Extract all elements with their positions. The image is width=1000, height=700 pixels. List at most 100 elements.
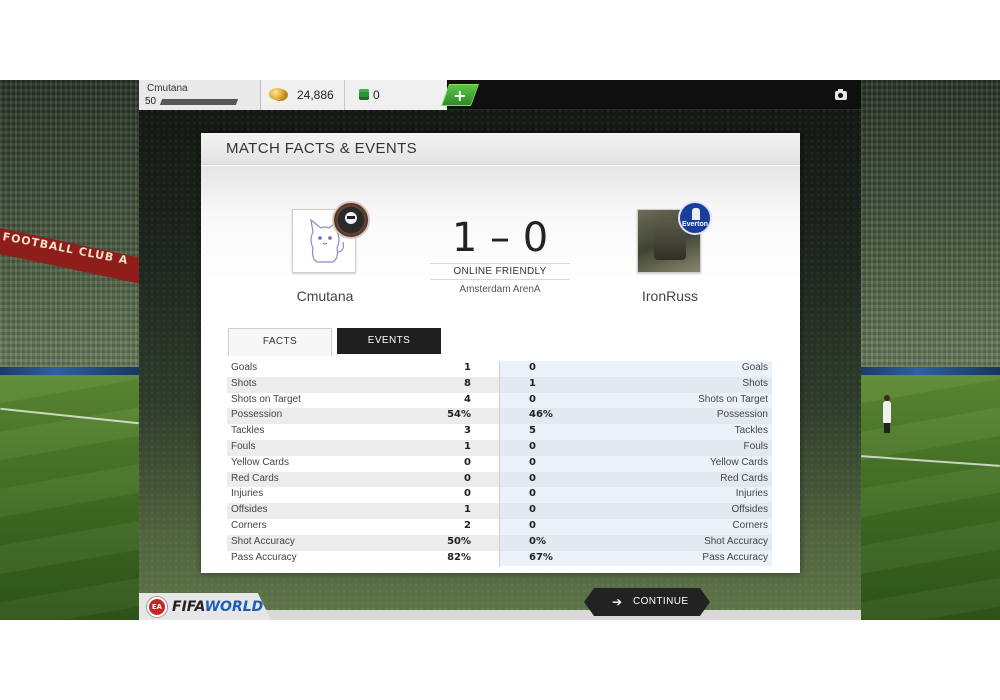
stat-value-home: 1 (464, 440, 471, 452)
stat-label-away: Tackles (734, 425, 768, 437)
stadium-stands (0, 80, 139, 380)
away-club-badge-icon: Everton (678, 201, 712, 235)
camera-icon[interactable] (835, 89, 847, 100)
stat-label-away: Fouls (743, 440, 768, 452)
stat-label-home: Fouls (231, 440, 256, 452)
stat-value-home: 0 (464, 456, 471, 468)
stat-value-home: 1 (464, 362, 471, 373)
stat-value-home: 54% (447, 409, 471, 421)
stat-value-home: 50% (447, 535, 471, 547)
logo-world: WORLD (204, 599, 264, 615)
pitch (861, 375, 1000, 620)
points-balance: 0 (345, 80, 447, 110)
logo-fifa: FIFA (172, 599, 205, 615)
xp-progress-bar (159, 99, 239, 105)
plus-icon: + (453, 86, 467, 105)
home-team-name: Cmutana (296, 288, 354, 304)
stat-label-away: Offsides (731, 504, 769, 516)
match-facts-panel: MATCH FACTS & EVENTS Cmutana Everton Iro… (201, 133, 800, 573)
pitch (0, 375, 139, 620)
stat-label-away: Red Cards (720, 472, 768, 484)
stat-value-away: 0 (529, 472, 536, 484)
stat-value-away: 5 (529, 425, 536, 437)
skull-icon (345, 212, 357, 224)
match-venue: Amsterdam ArenA (459, 284, 541, 295)
stat-label-away: Goals (741, 362, 768, 373)
stat-label-away: Corners (732, 519, 768, 531)
stat-label-away: Shots (742, 377, 768, 389)
stat-label-home: Offsides (231, 504, 268, 516)
stat-value-home: 8 (464, 377, 471, 389)
pitch-line (0, 407, 139, 425)
stat-label-home: Shots on Target (231, 393, 301, 405)
stat-value-away: 0 (529, 362, 536, 373)
pitch-line (861, 455, 1000, 467)
stat-value-away: 0 (529, 504, 536, 516)
stat-value-away: 0% (529, 535, 546, 547)
stat-value-home: 3 (464, 425, 471, 437)
stadium-background-left: FOOTBALL CLUB A (0, 80, 139, 620)
stat-value-home: 0 (464, 472, 471, 484)
tower-icon (692, 208, 700, 220)
stat-value-home: 0 (464, 488, 471, 500)
stats-divider (499, 361, 500, 567)
arrow-right-icon: ➔ (612, 595, 623, 609)
coins-icon (269, 88, 285, 100)
stat-value-away: 1 (529, 377, 536, 389)
stat-value-away: 0 (529, 456, 536, 468)
coins-value: 24,886 (297, 88, 334, 102)
app-window: Cmutana 50 24,886 0 + MATCH FACTS & EVEN… (139, 80, 861, 620)
top-bar: Cmutana 50 24,886 0 + (139, 80, 861, 110)
panel-header: MATCH FACTS & EVENTS (201, 133, 800, 165)
stat-value-away: 0 (529, 440, 536, 452)
away-team-name: IronRuss (641, 288, 699, 304)
stat-label-home: Red Cards (231, 472, 279, 484)
stat-value-away: 0 (529, 393, 536, 405)
stadium-stands (861, 80, 1000, 380)
stat-label-home: Shots (231, 377, 257, 389)
stat-label-away: Pass Accuracy (702, 551, 768, 563)
stat-label-away: Shot Accuracy (704, 535, 768, 547)
stat-value-away: 46% (529, 409, 553, 421)
stat-value-away: 67% (529, 551, 553, 563)
ea-sports-icon: EA (147, 597, 167, 617)
stat-label-home: Injuries (231, 488, 264, 500)
user-name: Cmutana (147, 83, 188, 94)
stat-label-home: Yellow Cards (231, 456, 289, 468)
user-profile[interactable]: Cmutana 50 (139, 80, 261, 110)
stat-label-away: Shots on Target (698, 393, 768, 405)
player-figure (883, 395, 891, 433)
away-club-badge-text: Everton (681, 221, 709, 228)
stat-label-home: Shot Accuracy (231, 535, 295, 547)
continue-button[interactable]: ➔ CONTINUE (584, 588, 710, 616)
stat-label-away: Injuries (735, 488, 768, 500)
points-icon (359, 89, 369, 100)
stat-value-home: 82% (447, 551, 471, 563)
add-points-button[interactable]: + (440, 84, 480, 106)
points-value: 0 (373, 88, 380, 102)
match-score: 1 – 0 (451, 215, 549, 261)
stat-value-home: 2 (464, 519, 471, 531)
stat-value-home: 1 (464, 504, 471, 516)
home-club-badge-icon (332, 201, 370, 239)
coins-balance: 24,886 (261, 80, 345, 110)
match-type: ONLINE FRIENDLY (430, 263, 570, 280)
tab-events[interactable]: EVENTS (337, 328, 441, 354)
fifa-world-logo: EA FIFAWORLD (139, 593, 271, 620)
stat-value-away: 0 (529, 488, 536, 500)
tab-facts[interactable]: FACTS (228, 328, 332, 356)
user-level: 50 (145, 96, 157, 107)
panel-title: MATCH FACTS & EVENTS (226, 140, 418, 157)
stat-value-away: 0 (529, 519, 536, 531)
stat-label-home: Corners (231, 519, 267, 531)
continue-label: CONTINUE (633, 596, 689, 607)
stadium-background-right (861, 80, 1000, 620)
stat-label-away: Possession (716, 409, 768, 421)
stat-label-away: Yellow Cards (710, 456, 768, 468)
stat-label-home: Goals (231, 362, 258, 373)
stat-value-home: 4 (464, 393, 471, 405)
logo-text: FIFAWORLD (172, 599, 263, 615)
stat-label-home: Possession (231, 409, 283, 421)
stat-label-home: Pass Accuracy (231, 551, 297, 563)
stat-label-home: Tackles (231, 425, 265, 437)
